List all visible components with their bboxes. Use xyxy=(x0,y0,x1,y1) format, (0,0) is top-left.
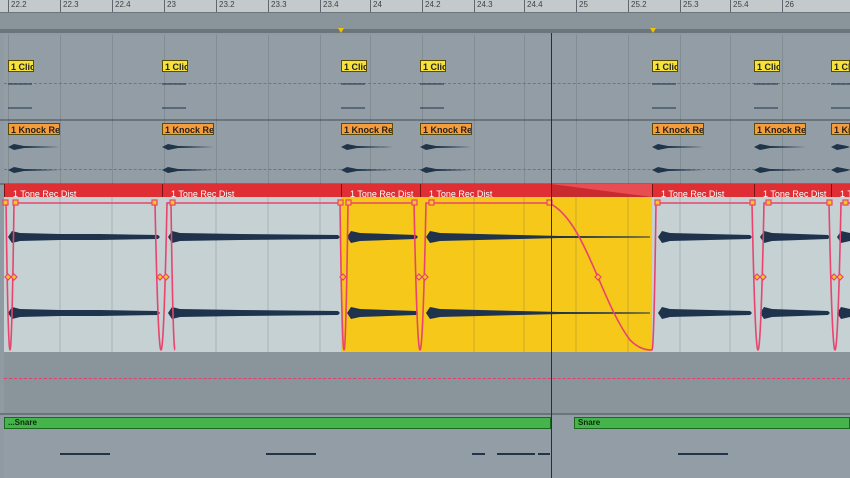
knock-waveform xyxy=(652,167,704,173)
knock-waveform xyxy=(754,144,806,150)
knock-waveform xyxy=(831,167,850,173)
envelope-breakpoint xyxy=(337,199,344,206)
automation-line xyxy=(4,378,850,379)
envelope-breakpoint xyxy=(12,199,19,206)
knock-waveform xyxy=(8,167,60,173)
envelope-breakpoint xyxy=(654,199,661,206)
midi-note[interactable] xyxy=(472,453,485,455)
knock-waveform xyxy=(831,144,850,150)
automation-lane[interactable] xyxy=(4,352,850,414)
knock-waveform xyxy=(162,167,214,173)
envelope-breakpoint xyxy=(169,199,176,206)
envelope-breakpoint xyxy=(749,199,756,206)
midi-note[interactable] xyxy=(266,453,316,455)
midi-note[interactable] xyxy=(538,453,550,455)
midi-note[interactable] xyxy=(497,453,535,455)
playhead[interactable] xyxy=(551,33,552,478)
envelope-breakpoint xyxy=(411,199,418,206)
snare-clip[interactable]: Snare xyxy=(574,417,850,429)
knock-waveform xyxy=(420,144,472,150)
envelope-breakpoint xyxy=(2,199,9,206)
knock-waveform xyxy=(652,144,704,150)
knock-waveform xyxy=(420,167,472,173)
envelope-breakpoint xyxy=(151,199,158,206)
knock-waveform xyxy=(8,144,60,150)
knock-waveform xyxy=(341,167,393,173)
knock-waveform xyxy=(754,167,806,173)
midi-note[interactable] xyxy=(678,453,728,455)
arrangement-view: 22.2 22.3 22.4 23 23.2 23.3 23.4 24 24.2… xyxy=(0,0,850,478)
envelope-breakpoint xyxy=(345,199,352,206)
envelope-breakpoint xyxy=(826,199,833,206)
envelope-breakpoint xyxy=(428,199,435,206)
envelope-breakpoint xyxy=(842,199,849,206)
envelope-breakpoint xyxy=(765,199,772,206)
snare-clip[interactable]: ...Snare xyxy=(4,417,551,429)
time-selection xyxy=(341,197,652,352)
knock-waveform xyxy=(162,144,214,150)
midi-note[interactable] xyxy=(60,453,110,455)
knock-waveform xyxy=(341,144,393,150)
